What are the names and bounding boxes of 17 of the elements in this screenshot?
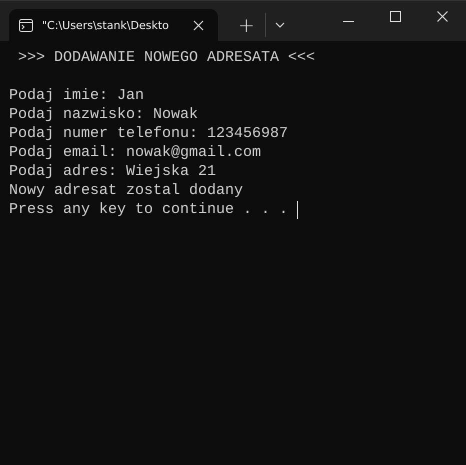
console-heading: >>> DODAWANIE NOWEGO ADRESATA <<<: [18, 48, 316, 67]
text-cursor: [297, 200, 298, 218]
terminal-icon: [19, 18, 33, 32]
tab-title: "C:\Users\stank\Deskto: [42, 18, 170, 32]
close-icon[interactable]: [437, 11, 448, 22]
console-line: Podaj adres: Wiejska 21: [9, 162, 216, 181]
console-line: Nowy adresat zostal dodany: [9, 181, 244, 200]
console-line: Podaj email: nowak@gmail.com: [9, 143, 262, 162]
console-line: Podaj nazwisko: Nowak: [9, 105, 198, 124]
tab[interactable]: "C:\Users\stank\Deskto: [9, 9, 218, 41]
console-line: Podaj imie: Jan: [9, 86, 144, 105]
close-icon[interactable]: [193, 20, 204, 30]
console-line: Podaj numer telefonu: 123456987: [9, 124, 288, 143]
console-line: Press any key to continue . . .: [9, 200, 290, 219]
dropdown-icon[interactable]: [274, 22, 285, 28]
maximize-icon[interactable]: [390, 11, 401, 22]
new-tab-button[interactable]: +: [232, 9, 261, 41]
